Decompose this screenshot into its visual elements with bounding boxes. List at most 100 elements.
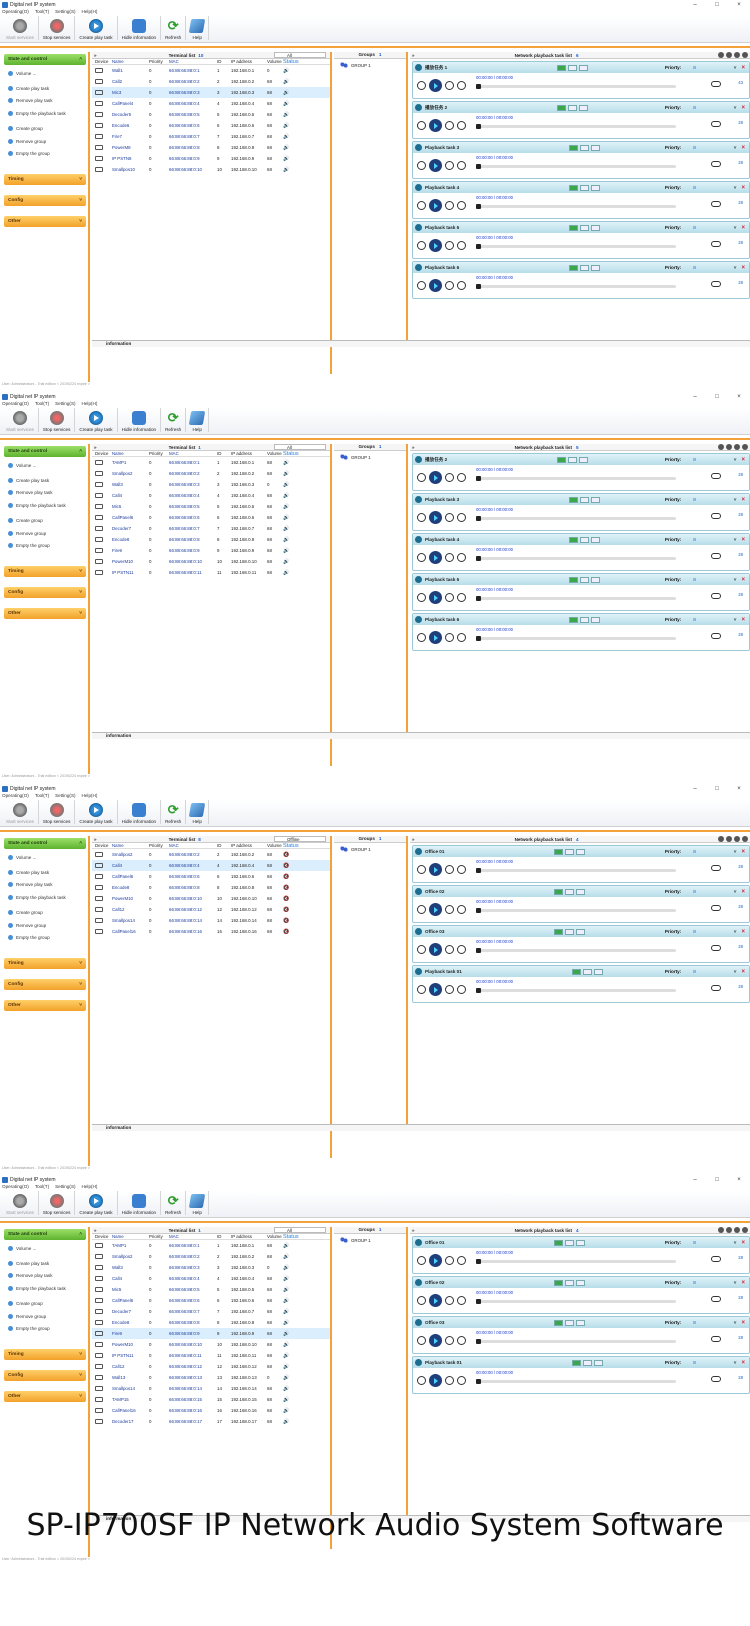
collapse-icon[interactable]: ˅ [734,497,737,503]
next-button[interactable] [445,1256,454,1265]
table-row[interactable]: Wall3 0 66:88:66:88:0:3 3 192.168.0.3 0 🔊 [92,479,330,490]
column-header[interactable]: IP address [231,59,267,64]
section-other[interactable]: Other ˅ [4,607,86,619]
play-button[interactable] [429,983,442,996]
group-item[interactable]: GROUP 1 [334,59,406,68]
stop-button[interactable] [457,865,466,874]
progress-bar[interactable] [476,556,676,561]
mode-toggle[interactable] [580,536,590,543]
collapse-icon[interactable]: ˅ [734,265,737,271]
section-timing[interactable]: Timing ˅ [4,173,86,185]
progress-bar[interactable] [476,244,676,249]
repeat-icon[interactable] [711,593,721,599]
table-row[interactable]: TAMP15 0 66:88:66:88:0:15 15 192.168.0.15 68 🔊 [92,1394,330,1405]
table-row[interactable]: IP PSTN11 0 66:88:66:88:0:11 11 192.168.0.11… [92,567,330,578]
column-header[interactable]: Volume [267,59,283,64]
side-menu-item[interactable]: Create play task [8,866,88,878]
toolbar-button-stop[interactable]: Stop services [39,408,76,432]
toolbar-button-gear[interactable]: Start services [2,1191,39,1215]
play-button[interactable] [429,199,442,212]
group-item[interactable]: GROUP 1 [334,843,406,852]
mode-toggle[interactable] [579,64,589,71]
side-menu-item[interactable]: Create group [8,515,88,527]
collapse-icon[interactable]: » [94,53,97,58]
side-menu-item[interactable]: Remove group [8,919,88,931]
side-menu-item[interactable]: Empty the playback task [8,499,88,511]
section-state-and-control[interactable]: State and control ˄ [4,1229,86,1240]
column-header[interactable]: IP address [231,451,267,456]
progress-bar[interactable] [476,84,676,89]
section-timing[interactable]: Timing ˅ [4,957,86,969]
repeat-icon[interactable] [711,473,721,479]
collapse-icon[interactable]: ˅ [734,1280,737,1286]
mode-toggle[interactable] [576,888,586,895]
mode-toggle[interactable] [554,1239,564,1246]
mode-toggle[interactable] [576,928,586,935]
collapse-icon[interactable]: ˅ [734,1240,737,1246]
section-config[interactable]: Config ˅ [4,194,86,206]
previous-button[interactable] [417,865,426,874]
section-state-and-control[interactable]: State and control ˄ [4,446,86,457]
close-icon[interactable]: × [741,969,745,975]
table-row[interactable]: PowerM10 0 66:88:66:88:0:10 10 192.168.0.10 6… [92,556,330,567]
play-button[interactable] [429,863,442,876]
column-header[interactable]: ID [217,1234,231,1239]
table-row[interactable]: Fire7 0 66:88:66:88:0:7 7 192.168.0.7 68 🔊 [92,131,330,142]
play-button[interactable] [429,159,442,172]
close-button[interactable]: × [728,394,750,400]
table-row[interactable]: Fire9 0 66:88:66:88:0:9 9 192.168.0.9 68 🔊 [92,545,330,556]
section-timing[interactable]: Timing ˅ [4,565,86,577]
next-button[interactable] [445,865,454,874]
previous-button[interactable] [417,1256,426,1265]
record-icon[interactable] [734,836,740,842]
stop-button[interactable] [457,593,466,602]
next-button[interactable] [445,633,454,642]
side-menu-item[interactable]: Empty the group [8,931,88,943]
play-button[interactable] [429,1254,442,1267]
close-icon[interactable]: × [741,617,745,623]
mode-toggle[interactable] [565,1279,575,1286]
stop-all-icon[interactable] [726,836,732,842]
play-button[interactable] [429,551,442,564]
toolbar-button-info[interactable]: Hidle information [118,1191,162,1215]
add-icon[interactable] [718,836,724,842]
mode-toggle[interactable] [580,184,590,191]
record-icon[interactable] [734,1227,740,1233]
close-icon[interactable]: × [741,185,745,191]
menu-item[interactable]: Help(H) [82,401,98,408]
play-button[interactable] [429,1374,442,1387]
menu-item[interactable]: Setting(S) [55,793,75,800]
stop-all-icon[interactable] [726,444,732,450]
progress-bar[interactable] [476,948,676,953]
mode-toggle[interactable] [582,968,592,975]
menu-item[interactable]: Tool(T) [35,401,49,408]
table-row[interactable]: Smallpos2 0 66:88:66:88:0:2 2 192.168.0.2 68 🔇 [92,849,330,860]
mode-toggle[interactable] [591,536,601,543]
mode-toggle[interactable] [569,496,579,503]
next-button[interactable] [445,1296,454,1305]
close-icon[interactable]: × [741,105,745,111]
repeat-icon[interactable] [711,513,721,519]
close-icon[interactable]: × [741,1240,745,1246]
menu-item[interactable]: Operating(O) [2,401,29,408]
filter-select[interactable]: Offline [274,836,326,842]
repeat-icon[interactable] [711,1296,721,1302]
play-button[interactable] [429,1294,442,1307]
mode-toggle[interactable] [580,144,590,151]
record-icon[interactable] [734,444,740,450]
column-header[interactable]: Priority [149,59,169,64]
stop-button[interactable] [457,985,466,994]
side-menu-item[interactable]: Remove group [8,135,88,147]
repeat-icon[interactable] [711,985,721,991]
play-button[interactable] [429,591,442,604]
column-header[interactable]: IP address [231,843,267,848]
toolbar-button-gear[interactable]: Start services [2,408,39,432]
toolbar-button-play[interactable]: Create play task [75,800,118,824]
collapse-icon[interactable]: ˅ [734,849,737,855]
expand-icon[interactable]: » [412,837,415,842]
side-menu-item[interactable]: Volume ... [8,851,88,863]
close-icon[interactable]: × [741,889,745,895]
minimize-button[interactable]: – [684,2,706,8]
previous-button[interactable] [417,905,426,914]
table-row[interactable]: CallPanel6 0 66:88:66:88:0:6 6 192.168.0.6 68… [92,512,330,523]
